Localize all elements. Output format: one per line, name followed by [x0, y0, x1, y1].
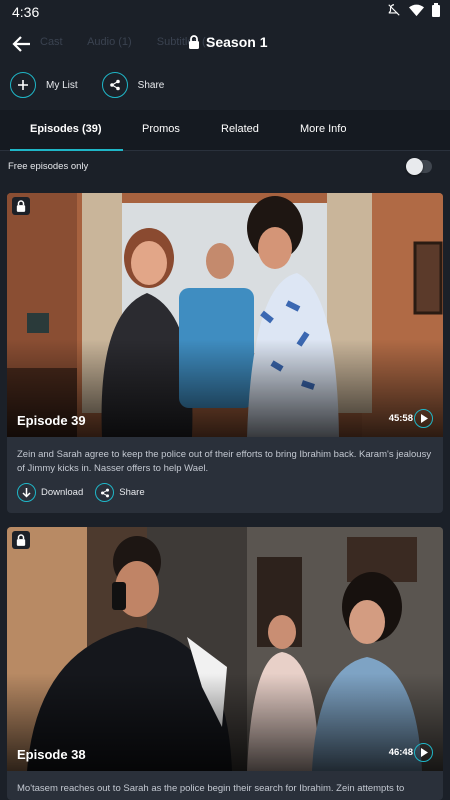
- free-episodes-label: Free episodes only: [8, 161, 89, 172]
- share-icon: [109, 79, 120, 91]
- back-button[interactable]: [10, 32, 34, 56]
- plus-icon: [18, 80, 28, 90]
- season-selector[interactable]: Season 1: [188, 34, 267, 50]
- title-actions: My List Share: [10, 72, 188, 98]
- episode-duration: 45:58: [388, 413, 413, 424]
- wifi-icon: [409, 4, 424, 17]
- faded-tab-cast: Cast: [40, 36, 63, 48]
- lock-icon: [16, 200, 26, 212]
- toggle-knob[interactable]: [406, 158, 423, 175]
- status-time: 4:36: [12, 4, 40, 20]
- status-icons: [387, 3, 440, 17]
- play-icon: [420, 748, 428, 757]
- locked-badge: [12, 197, 30, 215]
- share-label[interactable]: Share: [138, 80, 165, 91]
- episode-description: Mo'tasem reaches out to Sarah as the pol…: [17, 783, 405, 794]
- download-icon: [22, 487, 31, 498]
- locked-badge: [12, 531, 30, 549]
- episode-38-scene-image: [7, 527, 443, 771]
- episode-card[interactable]: Episode 38 46:48 Mo'tasem reaches out to…: [7, 527, 443, 800]
- play-button[interactable]: [414, 409, 433, 428]
- content-tabs: Episodes (39) Promos Related More Info: [0, 110, 450, 151]
- episode-thumbnail[interactable]: Episode 38 46:48: [7, 527, 443, 771]
- my-list-button[interactable]: [10, 72, 36, 98]
- play-button[interactable]: [414, 743, 433, 762]
- episode-share-button[interactable]: [95, 483, 115, 502]
- my-list-label[interactable]: My List: [46, 80, 78, 91]
- episode-duration: 46:48: [388, 747, 413, 758]
- play-icon: [420, 414, 428, 423]
- download-button[interactable]: [17, 483, 36, 502]
- episode-actions: Download Share: [17, 483, 157, 502]
- tab-more-info[interactable]: More Info: [300, 123, 346, 135]
- lock-icon: [189, 35, 199, 49]
- episode-card[interactable]: Episode 39 45:58 Zein and Sarah agree to…: [7, 193, 443, 513]
- tab-episodes[interactable]: Episodes (39): [30, 123, 102, 135]
- free-episodes-filter: Free episodes only: [0, 150, 450, 184]
- share-icon: [100, 488, 109, 497]
- top-app-bar: Cast Audio (1) Subtitles (1) Season 1: [0, 24, 450, 64]
- episode-description: Zein and Sarah agree to keep the police …: [17, 449, 432, 474]
- status-bar: 4:36: [0, 0, 450, 24]
- episode-title: Episode 38: [17, 747, 86, 762]
- lock-icon: [16, 534, 26, 546]
- tab-promos[interactable]: Promos: [142, 123, 180, 135]
- do-not-disturb-off-icon: [387, 3, 401, 17]
- episode-thumbnail[interactable]: Episode 39 45:58: [7, 193, 443, 437]
- episode-39-scene-image: [7, 193, 443, 437]
- share-button[interactable]: [101, 72, 128, 98]
- back-arrow-icon: [12, 36, 30, 52]
- season-title: Season 1: [206, 34, 268, 50]
- episode-share-label[interactable]: Share: [119, 487, 144, 498]
- episode-title: Episode 39: [17, 413, 86, 428]
- faded-tab-audio: Audio (1): [87, 36, 132, 48]
- battery-icon: [432, 3, 440, 17]
- download-label[interactable]: Download: [41, 487, 83, 498]
- tab-related[interactable]: Related: [221, 123, 259, 135]
